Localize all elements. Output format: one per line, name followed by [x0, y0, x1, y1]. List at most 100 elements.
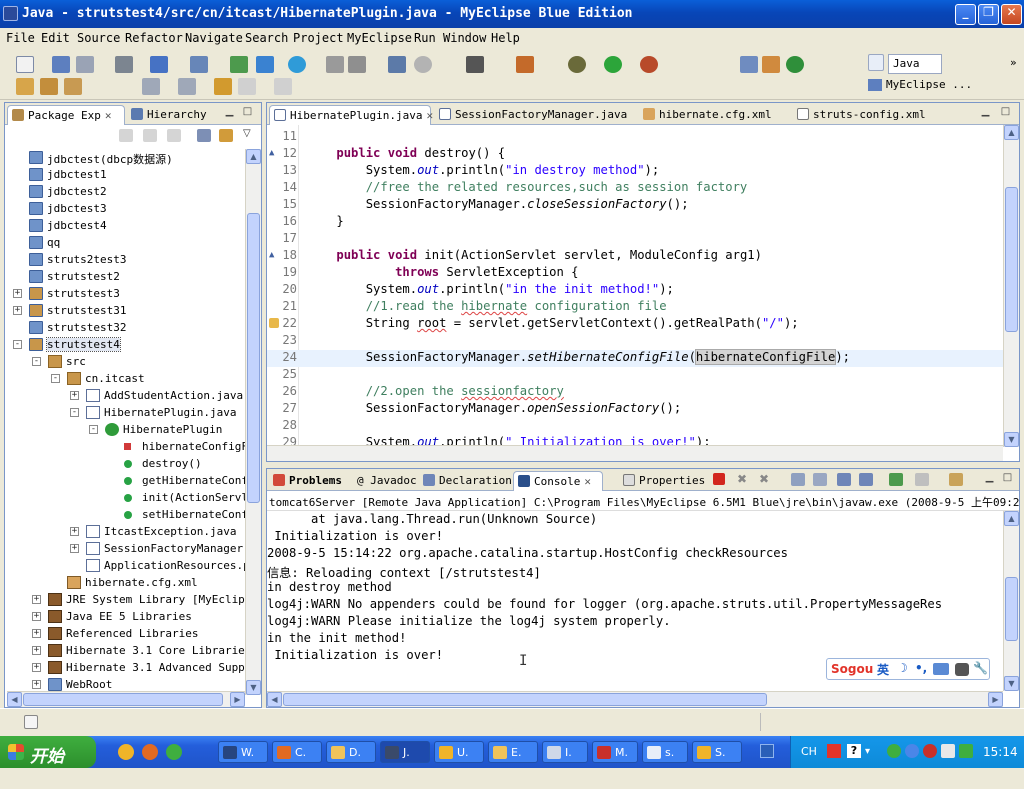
annotation-icon[interactable]: [142, 78, 160, 95]
expand-icon[interactable]: +: [32, 663, 41, 672]
scroll-down-icon[interactable]: ▼: [246, 680, 261, 695]
globe-icon[interactable]: [288, 56, 306, 73]
tab-hibernateplugin[interactable]: HibernatePlugin.java ✕: [269, 105, 433, 125]
remove-all-icon[interactable]: ✖: [759, 472, 769, 486]
hibernate-icon[interactable]: [762, 56, 780, 73]
update-icon[interactable]: [905, 744, 919, 758]
close-button[interactable]: ✕: [1001, 4, 1022, 25]
tray-arrow-icon[interactable]: [760, 744, 774, 758]
cut-icon[interactable]: [326, 56, 344, 73]
search-icon[interactable]: [190, 56, 208, 73]
maximize-view-icon[interactable]: □: [241, 106, 254, 118]
scroll-up-icon[interactable]: ▲: [246, 149, 261, 164]
code-editor[interactable]: 11 12 public void destroy() {13 System.ou…: [267, 125, 1003, 447]
collapse-icon[interactable]: -: [70, 408, 79, 417]
task-c[interactable]: C.: [272, 741, 322, 763]
show-stderr-icon[interactable]: [859, 473, 873, 486]
expand-icon[interactable]: +: [32, 680, 41, 689]
back-nav-icon[interactable]: [119, 129, 133, 142]
code-line[interactable]: 16 }: [267, 214, 1003, 231]
scroll-left-icon[interactable]: ◀: [267, 692, 282, 707]
scroll-left-icon[interactable]: ◀: [7, 692, 22, 707]
open-perspective-icon[interactable]: [868, 54, 884, 71]
tab-declaration[interactable]: Declaration: [419, 471, 513, 491]
copy-icon[interactable]: [348, 56, 366, 73]
scroll-up-icon[interactable]: ▲: [1004, 125, 1019, 140]
console-vertical-scrollbar[interactable]: ▲ ▼: [1003, 511, 1019, 691]
tree-horizontal-scrollbar[interactable]: ◀ ▶: [7, 691, 245, 707]
tab-javadoc[interactable]: @ Javadoc: [353, 471, 419, 491]
terminate-icon[interactable]: [713, 473, 725, 485]
open-type-icon[interactable]: [388, 56, 406, 73]
tab-struts-config[interactable]: struts-config.xml: [793, 105, 943, 125]
code-line[interactable]: 27 SessionFactoryManager.openSessionFact…: [267, 401, 1003, 418]
warning-icon[interactable]: [269, 318, 279, 328]
new-class-icon[interactable]: [516, 56, 534, 73]
expand-icon[interactable]: +: [13, 289, 22, 298]
ime-tray-icon[interactable]: [827, 744, 841, 758]
scroll-right-icon[interactable]: ▶: [230, 692, 245, 707]
wrench-icon[interactable]: 🔧: [973, 661, 988, 675]
close-tab-icon[interactable]: ✕: [105, 109, 112, 122]
expand-icon[interactable]: +: [70, 391, 79, 400]
task-s[interactable]: s.: [642, 741, 688, 763]
tab-problems[interactable]: Problems: [269, 471, 353, 491]
print-icon[interactable]: [76, 56, 94, 73]
editor-horizontal-scrollbar[interactable]: [267, 445, 1003, 461]
remove-launch-icon[interactable]: ✖: [737, 472, 747, 486]
save-icon[interactable]: [52, 56, 70, 73]
run-icon[interactable]: [604, 56, 622, 73]
refresh-icon[interactable]: [786, 56, 804, 73]
tab-hierarchy[interactable]: Hierarchy: [127, 105, 219, 125]
forward-icon[interactable]: [274, 78, 292, 95]
minimize-view-icon[interactable]: ▁: [223, 106, 236, 118]
clock[interactable]: 15:14: [983, 745, 1018, 759]
menu-search[interactable]: Search: [245, 31, 288, 45]
tree-scroll-thumb[interactable]: [247, 213, 260, 503]
menu-file[interactable]: File: [6, 31, 35, 45]
keyboard-icon[interactable]: [933, 663, 949, 675]
task-s2[interactable]: S.: [692, 741, 742, 763]
maximize-view-icon[interactable]: □: [999, 106, 1012, 118]
server-icon[interactable]: [115, 56, 133, 73]
close-tab-icon[interactable]: ✕: [584, 475, 591, 488]
ui-designer-icon[interactable]: [740, 56, 758, 73]
menu-edit[interactable]: Edit: [41, 31, 70, 45]
code-line[interactable]: 17: [267, 231, 1003, 248]
menu-navigate[interactable]: Navigate: [185, 31, 243, 45]
task-m[interactable]: M.: [592, 741, 638, 763]
expand-icon[interactable]: +: [32, 595, 41, 604]
code-line[interactable]: 25: [267, 367, 1003, 384]
java-perspective-button[interactable]: Java: [888, 54, 942, 74]
tree-hscroll-thumb[interactable]: [23, 693, 223, 706]
link-editor-icon[interactable]: [219, 129, 233, 142]
menu-project[interactable]: Project: [293, 31, 344, 45]
console-hscroll-thumb[interactable]: [283, 693, 767, 706]
fold-marker-icon[interactable]: ▲: [269, 250, 274, 260]
minimize-button[interactable]: _: [955, 4, 976, 25]
code-line[interactable]: 15 SessionFactoryManager.closeSessionFac…: [267, 197, 1003, 214]
menu-refactor[interactable]: Refactor: [125, 31, 183, 45]
pin-console-icon[interactable]: [889, 473, 903, 486]
options-chevron-icon[interactable]: ▾: [865, 746, 870, 757]
menu-source[interactable]: Source: [77, 31, 120, 45]
overflow-chevron-icon[interactable]: »: [1010, 56, 1017, 69]
task-i[interactable]: I.: [542, 741, 588, 763]
console-horizontal-scrollbar[interactable]: ◀ ▶: [267, 691, 1003, 707]
maximize-view-icon[interactable]: □: [1001, 472, 1014, 484]
scroll-down-icon[interactable]: ▼: [1004, 432, 1019, 447]
volume-icon[interactable]: [941, 744, 955, 758]
code-line[interactable]: 14 //free the related resources,such as …: [267, 180, 1003, 197]
code-line[interactable]: 13 System.out.println("in destroy method…: [267, 163, 1003, 180]
tab-sessionfactorymanager[interactable]: SessionFactoryManager.java: [435, 105, 635, 125]
code-line[interactable]: 28: [267, 418, 1003, 435]
debug-icon[interactable]: [568, 56, 586, 73]
quicklaunch-icon[interactable]: [118, 744, 134, 760]
tab-console[interactable]: Console ✕: [513, 471, 603, 491]
code-line[interactable]: 19 throws ServletException {: [267, 265, 1003, 282]
task-d[interactable]: D.: [326, 741, 376, 763]
qq-icon[interactable]: [166, 744, 182, 760]
task-j[interactable]: J.: [380, 741, 430, 763]
expand-icon[interactable]: +: [32, 612, 41, 621]
tab-properties[interactable]: Properties: [619, 471, 705, 491]
